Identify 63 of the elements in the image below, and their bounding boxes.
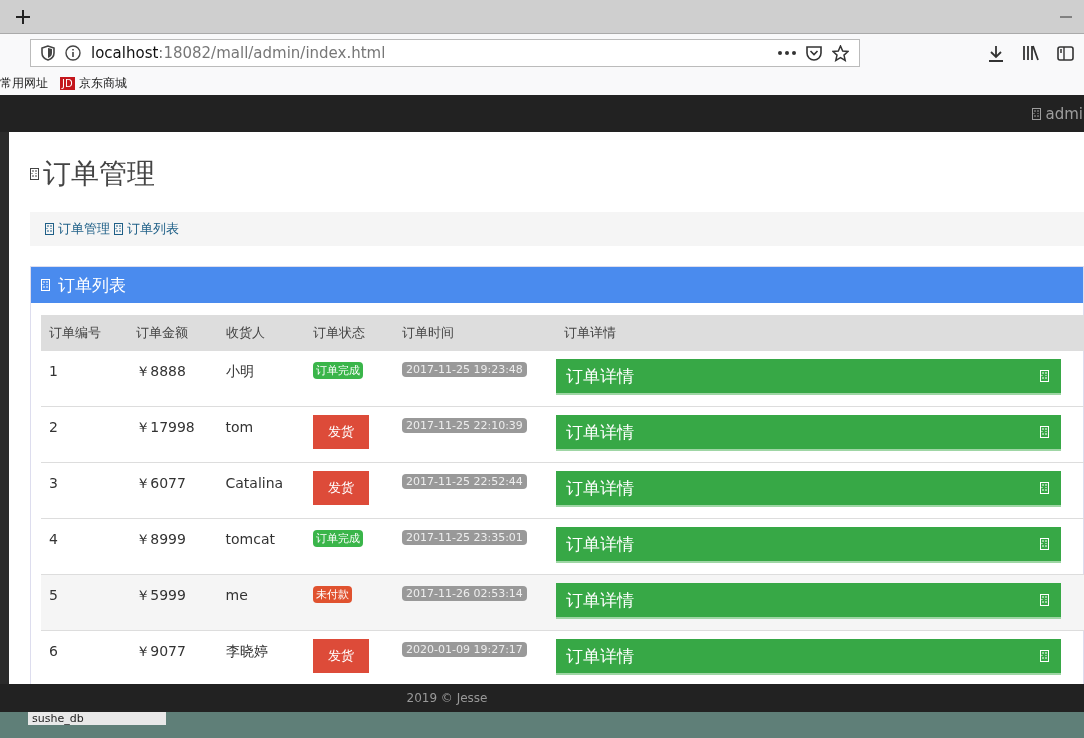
detail-button[interactable]: 订单详情 <box>556 471 1061 508</box>
user-menu[interactable]: admi <box>1045 104 1083 123</box>
breadcrumb-link[interactable]: 订单列表 <box>127 220 179 239</box>
time-badge: 2017-11-26 02:53:14 <box>402 586 527 602</box>
column-header: 订单编号 <box>41 315 129 351</box>
detail-button[interactable]: 订单详情 <box>556 527 1061 564</box>
time-badge: 2020-01-09 19:27:17 <box>402 642 527 658</box>
table-cell: me <box>217 574 305 631</box>
ship-button[interactable]: 发货 <box>312 471 369 506</box>
column-header: 订单详情 <box>556 315 1084 351</box>
glyph-icon <box>1040 370 1049 383</box>
pocket-icon[interactable] <box>806 45 822 61</box>
detail-button[interactable]: 订单详情 <box>556 359 1061 396</box>
status-badge: 未付款 <box>312 586 352 604</box>
address-bar[interactable]: localhost:18082/mall/admin/index.html <box>30 39 860 67</box>
detail-button[interactable]: 订单详情 <box>556 583 1061 620</box>
download-icon[interactable] <box>988 44 1004 62</box>
time-badge: 2017-11-25 22:10:39 <box>402 418 527 434</box>
table-cell: 3 <box>41 462 129 519</box>
column-header: 订单时间 <box>394 315 556 351</box>
panel-title: 订单列表 <box>58 273 126 297</box>
table-cell: Catalina <box>217 462 305 519</box>
footer-text: 2019 © Jesse <box>406 691 488 706</box>
taskbar-item[interactable]: sushe_db <box>28 712 166 725</box>
time-badge: 2017-11-25 19:23:48 <box>402 362 527 378</box>
info-icon[interactable] <box>65 45 81 61</box>
glyph-icon <box>1040 650 1049 663</box>
minimize-icon[interactable] <box>1060 15 1072 18</box>
table-cell: ￥17998 <box>128 406 218 463</box>
glyph-icon <box>1040 538 1049 551</box>
glyph-icon <box>1040 426 1049 439</box>
table-cell: ￥5999 <box>128 574 218 631</box>
table-cell: 1 <box>41 350 129 407</box>
time-badge: 2017-11-25 22:52:44 <box>402 474 527 490</box>
column-header: 订单金额 <box>128 315 218 351</box>
table-cell: 5 <box>41 574 129 631</box>
ship-button[interactable]: 发货 <box>312 415 369 450</box>
status-badge: 订单完成 <box>312 362 363 380</box>
table-cell: ￥6077 <box>128 462 218 519</box>
table-cell: 小明 <box>217 350 305 407</box>
detail-button[interactable]: 订单详情 <box>556 639 1061 676</box>
library-icon[interactable] <box>1022 45 1039 61</box>
url-text[interactable]: localhost:18082/mall/admin/index.html <box>91 44 386 62</box>
glyph-icon <box>1040 482 1049 495</box>
shield-icon[interactable] <box>41 45 55 61</box>
table-cell: tom <box>217 406 305 463</box>
new-tab-icon[interactable] <box>16 9 30 24</box>
detail-button[interactable]: 订单详情 <box>556 415 1061 452</box>
breadcrumb-link[interactable]: 订单管理 <box>58 220 110 239</box>
sidebar-icon[interactable] <box>1057 45 1074 61</box>
bookmark[interactable]: JD 京东商城 <box>60 75 127 92</box>
star-icon[interactable] <box>832 44 849 62</box>
glyph-icon <box>1040 594 1049 607</box>
bookmark-folder[interactable]: 常用网址 <box>0 75 48 92</box>
ship-button[interactable]: 发货 <box>312 639 369 674</box>
time-badge: 2017-11-25 23:35:01 <box>402 530 527 546</box>
column-header: 订单状态 <box>304 315 395 351</box>
table-cell: ￥8888 <box>128 350 218 407</box>
more-icon[interactable] <box>778 51 796 55</box>
page-title: 订单管理 <box>43 156 155 193</box>
column-header: 收货人 <box>217 315 305 351</box>
table-cell: 2 <box>41 406 129 463</box>
status-badge: 订单完成 <box>312 530 363 548</box>
